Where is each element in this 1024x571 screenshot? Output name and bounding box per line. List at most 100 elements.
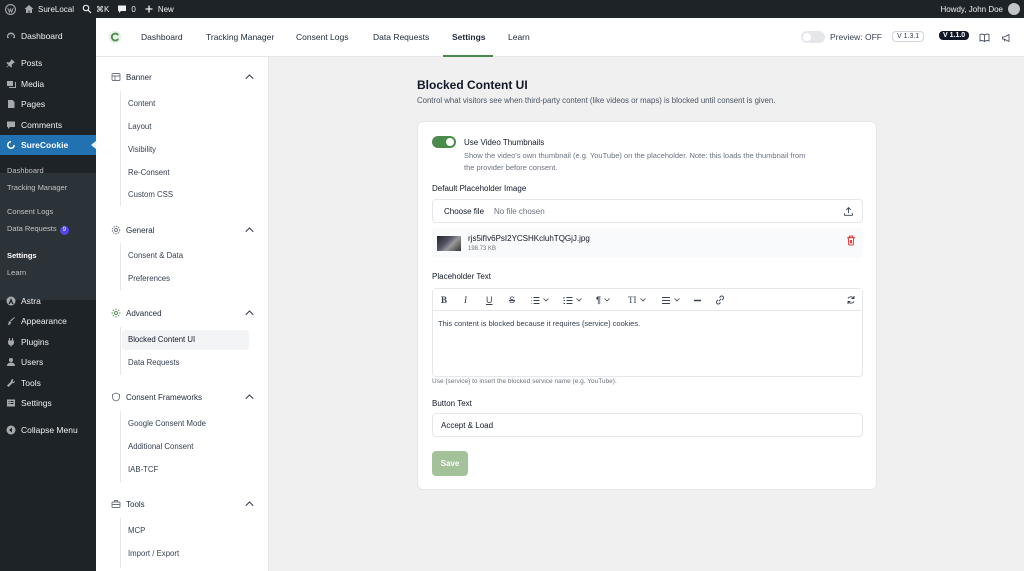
account-menu[interactable]: Howdy, John Doe — [940, 0, 1020, 18]
text-size-icon: TI — [628, 295, 637, 305]
submenu-data-requests[interactable]: Data Requests 9 — [7, 224, 69, 235]
collapse-menu[interactable]: Collapse Menu — [0, 420, 96, 440]
tab-learn[interactable]: Learn — [508, 32, 530, 42]
upload-icon[interactable] — [843, 206, 854, 217]
placeholder-image-label: Default Placeholder Image — [432, 184, 527, 193]
menu-users[interactable]: Users — [0, 352, 96, 372]
italic-button[interactable]: I — [464, 294, 467, 306]
tab-settings[interactable]: Settings — [452, 32, 486, 42]
nav-item-custom-css[interactable]: Custom CSS — [128, 190, 173, 199]
ordered-list-button[interactable] — [563, 294, 582, 306]
underline-button[interactable]: U — [486, 294, 493, 306]
gear-icon — [111, 225, 121, 235]
page-title: Blocked Content UI — [417, 78, 528, 92]
horizontal-rule-button[interactable] — [693, 294, 702, 306]
bold-button[interactable]: B — [441, 294, 447, 306]
preview-switch[interactable] — [801, 31, 825, 43]
admin-sidebar: Dashboard Posts Media Pages Comments Sur… — [0, 18, 96, 571]
bullet-list-button[interactable] — [530, 294, 549, 306]
chevron-down-icon — [639, 298, 646, 302]
submenu-tracking-manager[interactable]: Tracking Manager — [7, 183, 67, 192]
wp-logo-icon[interactable] — [0, 0, 20, 18]
menu-pages[interactable]: Pages — [0, 94, 96, 114]
nav-group-banner[interactable]: Banner — [111, 72, 254, 82]
menu-settings[interactable]: Settings — [0, 393, 96, 413]
nav-item-blocked-content-ui[interactable]: Blocked Content UI — [128, 335, 195, 344]
book-icon[interactable] — [979, 33, 990, 43]
wrench-icon — [6, 378, 16, 388]
menu-surecookie[interactable]: SureCookie — [0, 135, 96, 155]
shield-icon — [111, 392, 121, 402]
media-icon — [6, 79, 16, 89]
new-content-link[interactable]: New — [140, 0, 178, 18]
site-name-link[interactable]: SureLocal — [20, 0, 78, 18]
nav-item-preferences[interactable]: Preferences — [128, 274, 170, 283]
uploaded-file-row: rjs5ifIv6PsI2YCSHKcluhTQGjJ.jpg 198.73 K… — [432, 228, 863, 258]
rich-text-editor[interactable]: B I U S ¶ TI This content is blocked bec… — [432, 288, 863, 377]
plugin-top-nav: Dashboard Tracking Manager Consent Logs … — [96, 18, 1024, 57]
nav-item-google-consent-mode[interactable]: Google Consent Mode — [128, 419, 206, 428]
nav-item-import-export[interactable]: Import / Export — [128, 549, 179, 558]
admin-bar: SureLocal ⌘K 0 New Howdy, John Doe — [0, 0, 1024, 18]
font-size-button[interactable]: TI — [628, 294, 646, 306]
users-icon — [6, 357, 16, 367]
choose-file-button[interactable]: Choose file — [444, 207, 484, 216]
nav-group-consent-frameworks[interactable]: Consent Frameworks — [111, 392, 254, 402]
nav-item-content[interactable]: Content — [128, 99, 155, 108]
nav-group-tools[interactable]: Tools — [111, 499, 254, 509]
nav-item-re-consent[interactable]: Re-Consent — [128, 168, 170, 177]
submenu-consent-logs[interactable]: Consent Logs — [7, 207, 53, 216]
no-file-text: No file chosen — [494, 207, 545, 216]
submenu-dashboard[interactable]: Dashboard — [7, 166, 44, 175]
paragraph-button[interactable]: ¶ — [596, 294, 610, 306]
menu-posts[interactable]: Posts — [0, 53, 96, 73]
menu-media[interactable]: Media — [0, 74, 96, 94]
plus-icon — [145, 5, 153, 13]
search-shortcut[interactable]: ⌘K — [78, 0, 113, 18]
video-thumbnails-help: Show the video's own thumbnail (e.g. You… — [464, 151, 806, 172]
nav-item-layout[interactable]: Layout — [128, 122, 151, 131]
video-thumbnails-toggle[interactable] — [432, 136, 456, 148]
tab-consent-logs[interactable]: Consent Logs — [296, 32, 348, 42]
tab-tracking-manager[interactable]: Tracking Manager — [206, 32, 274, 42]
menu-astra[interactable]: Astra — [0, 291, 96, 311]
file-input[interactable]: Choose file No file chosen — [432, 199, 863, 223]
nav-group-advanced[interactable]: Advanced — [111, 308, 254, 318]
nav-divider — [120, 411, 121, 483]
menu-dashboard[interactable]: Dashboard — [0, 26, 96, 46]
reset-button[interactable] — [846, 294, 856, 306]
submenu-settings[interactable]: Settings — [7, 251, 37, 260]
save-button[interactable]: Save — [432, 451, 468, 476]
nav-item-iab-tcf[interactable]: IAB-TCF — [128, 465, 158, 474]
nav-item-visibility[interactable]: Visibility — [128, 145, 156, 154]
preview-toggle[interactable]: Preview: OFF — [801, 31, 882, 43]
menu-appearance[interactable]: Appearance — [0, 311, 96, 331]
trash-icon[interactable] — [846, 235, 856, 246]
nav-item-data-requests[interactable]: Data Requests — [128, 358, 180, 367]
nav-divider — [120, 91, 121, 206]
button-text-label: Button Text — [432, 399, 472, 408]
tab-dashboard[interactable]: Dashboard — [141, 32, 183, 42]
chevron-down-icon — [543, 298, 549, 302]
file-size: 198.73 KB — [468, 246, 497, 252]
nav-item-additional-consent[interactable]: Additional Consent — [128, 442, 193, 451]
align-button[interactable] — [661, 294, 680, 306]
nav-item-mcp[interactable]: MCP — [128, 526, 145, 535]
collapse-icon — [6, 425, 16, 435]
strikethrough-button[interactable]: S — [509, 294, 515, 306]
surecookie-icon — [6, 140, 16, 150]
comments-link[interactable]: 0 — [113, 0, 139, 18]
align-icon — [662, 296, 670, 304]
submenu-learn[interactable]: Learn — [7, 268, 26, 277]
home-icon — [24, 5, 34, 13]
menu-tools[interactable]: Tools — [0, 373, 96, 393]
menu-plugins[interactable]: Plugins — [0, 332, 96, 352]
nav-item-consent-data[interactable]: Consent & Data — [128, 251, 183, 260]
megaphone-icon[interactable] — [1001, 33, 1012, 43]
tab-data-requests[interactable]: Data Requests — [373, 32, 429, 42]
menu-comments[interactable]: Comments — [0, 115, 96, 135]
nav-group-general[interactable]: General — [111, 225, 254, 235]
placeholder-text-content[interactable]: This content is blocked because it requi… — [438, 319, 640, 328]
link-button[interactable] — [715, 294, 725, 306]
button-text-input[interactable]: Accept & Load — [432, 413, 863, 437]
